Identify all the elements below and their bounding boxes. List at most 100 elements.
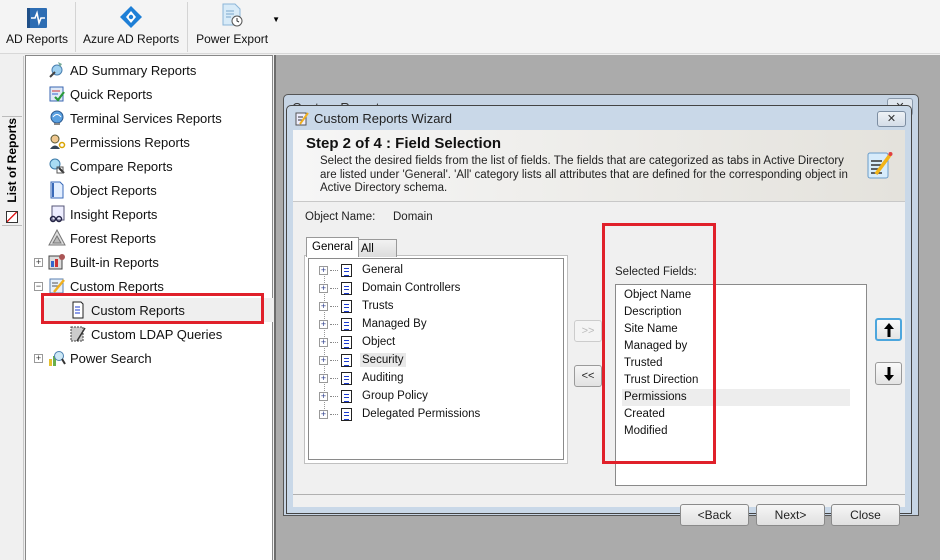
move-up-button[interactable] (875, 318, 902, 341)
document-icon (341, 263, 352, 277)
field-category-trusts[interactable]: + Trusts (319, 297, 396, 315)
power-search-icon (48, 349, 66, 367)
tree-item-custom-ldap-queries[interactable]: Custom LDAP Queries (69, 323, 222, 345)
ad-reports-button[interactable]: AD Reports (0, 2, 77, 52)
azure-ad-reports-label: Azure AD Reports (83, 32, 180, 46)
quick-reports-icon (48, 85, 66, 103)
wizard-body: Step 2 of 4 : Field Selection Select the… (293, 130, 905, 526)
expand-icon[interactable]: + (319, 265, 328, 275)
field-category-security[interactable]: + Security (319, 351, 406, 369)
tree-item-custom-reports[interactable]: Custom Reports (69, 299, 185, 321)
footer-separator (293, 494, 905, 495)
document-icon (341, 389, 352, 403)
field-category-delegated-permissions[interactable]: + Delegated Permissions (319, 405, 482, 423)
remove-field-button[interactable]: << (574, 365, 602, 387)
expand-icon[interactable]: + (319, 301, 328, 311)
selected-field-item[interactable]: Site Name (622, 321, 850, 338)
tab-all[interactable]: All (355, 239, 397, 257)
selected-field-item[interactable]: Object Name (622, 287, 850, 304)
expand-icon[interactable]: + (319, 373, 328, 383)
document-icon (341, 281, 352, 295)
expand-icon[interactable]: + (319, 319, 328, 329)
tree-item-quick-reports[interactable]: Quick Reports (48, 83, 152, 105)
list-of-reports-tab[interactable]: List of Reports (2, 116, 22, 226)
selected-field-item-highlighted[interactable]: Permissions (622, 389, 850, 406)
dropdown-arrow-icon[interactable]: ▼ (272, 15, 280, 24)
expand-icon[interactable]: + (319, 409, 328, 419)
power-export-button[interactable]: Power Export ▼ (188, 2, 285, 52)
side-tab-strip: List of Reports (0, 56, 24, 560)
tree-item-terminal-services-reports[interactable]: Terminal Services Reports (48, 107, 222, 129)
ad-reports-label: AD Reports (6, 32, 69, 46)
compare-icon (48, 157, 66, 175)
wizard-titlebar[interactable]: Custom Reports Wizard (287, 106, 911, 130)
selected-field-item[interactable]: Description (622, 304, 850, 321)
list-of-reports-label[interactable]: List of Reports (2, 117, 22, 227)
next-button[interactable]: Next> (756, 504, 825, 526)
wizard-header: Step 2 of 4 : Field Selection Select the… (293, 130, 905, 202)
tree-item-compare-reports[interactable]: Compare Reports (48, 155, 173, 177)
tree-item-insight-reports[interactable]: Insight Reports (48, 203, 157, 225)
expand-icon[interactable]: + (319, 283, 328, 293)
collapse-custom-reports[interactable]: − (34, 282, 43, 291)
move-down-button[interactable] (875, 362, 902, 385)
tree-item-forest-reports[interactable]: Forest Reports (48, 227, 156, 249)
field-category-group-policy[interactable]: + Group Policy (319, 387, 430, 405)
document-icon (341, 335, 352, 349)
expand-power-search[interactable]: + (34, 354, 43, 363)
selected-field-item[interactable]: Trust Direction (622, 372, 850, 389)
selected-fields-label: Selected Fields: (615, 266, 697, 278)
selected-field-item[interactable]: Managed by (622, 338, 850, 355)
expand-built-in-reports[interactable]: + (34, 258, 43, 267)
field-category-object[interactable]: + Object (319, 333, 397, 351)
field-category-auditing[interactable]: + Auditing (319, 369, 406, 387)
tree-item-object-reports[interactable]: Object Reports (48, 179, 157, 201)
forest-icon (48, 228, 66, 247)
field-category-domain-controllers[interactable]: + Domain Controllers (319, 279, 462, 297)
step-title: Step 2 of 4 : Field Selection (306, 135, 502, 152)
document-icon (69, 301, 87, 319)
selected-field-item[interactable]: Trusted (622, 355, 850, 372)
custom-reports-wizard-dialog: Custom Reports Wizard ✕ Step 2 of 4 : Fi… (286, 105, 912, 526)
selected-field-item[interactable]: Modified (622, 423, 850, 440)
object-icon (48, 181, 66, 199)
back-button[interactable]: <Back (680, 504, 749, 526)
tree-item-permissions-reports[interactable]: Permissions Reports (48, 131, 190, 153)
selected-fields-list[interactable]: Object Name Description Site Name Manage… (615, 284, 867, 486)
document-icon (341, 353, 352, 367)
report-edit-icon (867, 152, 893, 179)
field-category-managed-by[interactable]: + Managed By (319, 315, 429, 333)
field-categories-tree: + General + Domain Controllers + Trusts + Ma… (308, 258, 564, 460)
power-export-icon (222, 3, 243, 27)
document-icon (341, 299, 352, 313)
object-name-label: Object Name: (305, 211, 376, 223)
azure-ad-reports-button[interactable]: Azure AD Reports (76, 2, 189, 52)
tree-item-built-in-reports[interactable]: Built-in Reports (48, 251, 159, 273)
tab-general[interactable]: General (306, 237, 359, 257)
wizard-title: Custom Reports Wizard (314, 110, 452, 126)
document-icon (341, 317, 352, 331)
tree-item-ad-summary-reports[interactable]: AD Summary Reports (48, 59, 196, 81)
selected-field-item[interactable]: Created (622, 406, 850, 423)
expand-icon[interactable]: + (319, 355, 328, 365)
main-toolbar: AD Reports Azure AD Reports Power Export… (0, 0, 940, 54)
arrow-up-icon (883, 322, 894, 337)
tree-item-power-search[interactable]: Power Search (48, 347, 152, 369)
azure-icon (120, 6, 143, 28)
document-icon (341, 371, 352, 385)
ad-summary-icon (48, 61, 66, 79)
terminal-services-icon (48, 109, 66, 127)
ldap-icon (69, 325, 87, 343)
custom-reports-icon (48, 277, 66, 295)
wizard-close-button[interactable]: ✕ (877, 111, 906, 127)
add-field-button[interactable]: >> (574, 320, 602, 342)
close-button[interactable]: Close (831, 504, 900, 526)
object-name-value: Domain (393, 211, 433, 223)
tree-item-custom-reports-folder[interactable]: Custom Reports (48, 275, 164, 297)
expand-icon[interactable]: + (319, 337, 328, 347)
built-in-icon (48, 253, 66, 271)
field-category-general[interactable]: + General (319, 261, 405, 279)
expand-icon[interactable]: + (319, 391, 328, 401)
step-description: Select the desired fields from the list … (320, 155, 848, 194)
reports-pin-icon (6, 211, 18, 223)
